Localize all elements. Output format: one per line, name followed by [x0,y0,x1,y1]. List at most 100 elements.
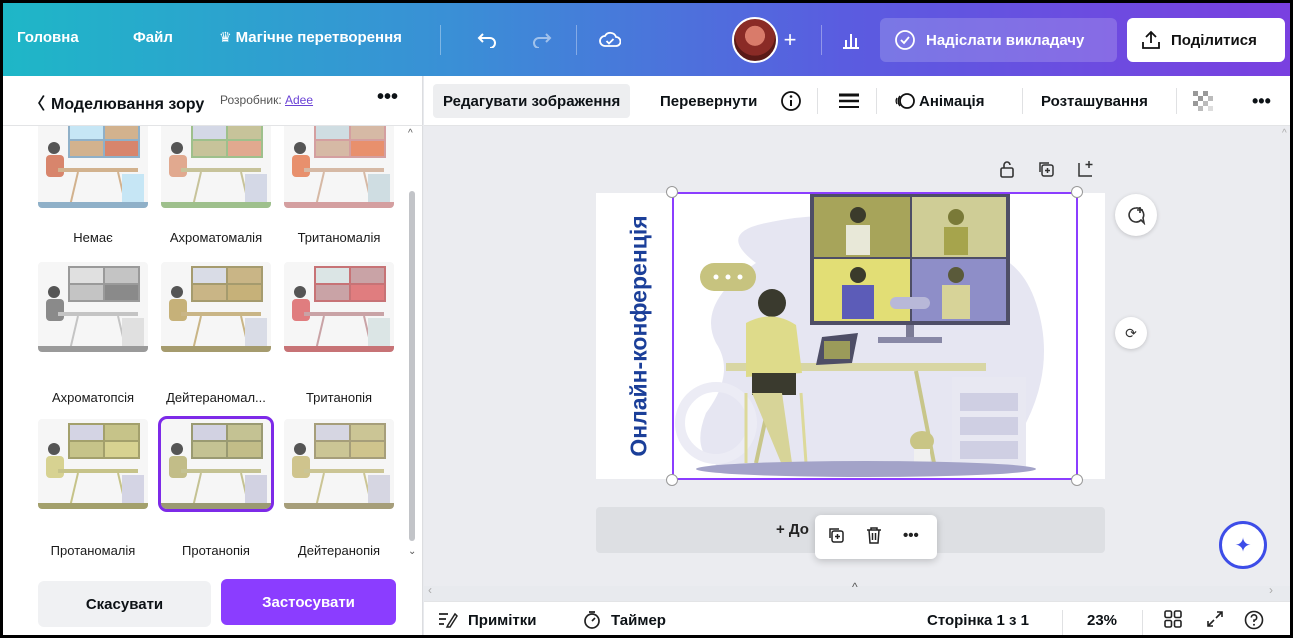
add-page-icon[interactable] [1077,160,1095,183]
help-icon[interactable] [1244,610,1264,635]
cloud-saved-icon[interactable] [593,23,627,57]
file-menu[interactable]: Файл [133,29,173,46]
grid-view-icon[interactable] [1164,610,1182,633]
add-collaborator-icon[interactable]: + [773,23,807,57]
notes-button[interactable]: Примітки [468,612,537,629]
divider [1142,610,1143,635]
fullscreen-icon[interactable] [1206,610,1224,633]
effect-thumbnail[interactable] [38,126,148,208]
share-label: Поділитися [1171,31,1257,49]
timer-icon[interactable] [583,610,601,635]
app-panel: 〈 Моделювання зору Розробник: Adee ••• Не… [3,76,423,635]
context-menu: ••• [815,515,937,559]
canvas-scroll-right-icon[interactable]: › [1269,583,1273,597]
more-options-icon[interactable]: ••• [377,86,398,109]
crown-icon: ♛ [219,29,232,45]
redo-icon[interactable] [525,23,559,57]
canvas-scroll-up-icon[interactable]: ^ [1282,128,1287,139]
effect-label: Тританомалія [297,230,381,245]
effect-label: Немає [73,230,113,245]
upload-icon [1142,30,1160,49]
more-options-icon[interactable]: ••• [903,527,919,544]
thumbnail-image [161,419,271,509]
app-window: Головна Файл ♛ Магічне перетворення + Над… [0,0,1293,638]
expand-pages-icon[interactable]: ^ [852,580,858,594]
copy-icon[interactable] [827,526,845,549]
divider [1062,610,1063,635]
send-to-teacher-label: Надіслати викладачу [926,31,1085,49]
resize-handle-tl[interactable] [666,186,678,198]
top-bar: Головна Файл ♛ Магічне перетворення + Над… [3,3,1290,76]
divider [821,25,822,55]
effect-thumbnail[interactable] [284,419,394,509]
transparency-icon[interactable] [1193,84,1213,118]
add-page-label: + До [776,521,809,538]
effect-thumbnail[interactable] [161,126,271,208]
thumbnail-image [161,262,271,352]
info-icon[interactable] [780,84,802,118]
timer-button[interactable]: Таймер [611,612,666,629]
user-avatar[interactable] [732,17,778,63]
magic-sparkle-icon[interactable]: ✦ [1219,521,1267,569]
undo-icon[interactable] [470,23,504,57]
slide-title[interactable]: Онлайн-конференція [609,193,669,479]
animation-button[interactable]: Анімація [894,84,984,118]
back-button[interactable]: 〈 Моделювання зору [29,90,204,114]
lock-icon[interactable] [999,160,1015,183]
effect-thumbnail[interactable] [161,262,271,352]
chevron-left-icon: 〈 [29,96,46,113]
animation-label: Анімація [919,92,985,110]
magic-switch-menu[interactable]: ♛ Магічне перетворення [219,29,402,46]
resize-handle-tr[interactable] [1071,186,1083,198]
divider [876,88,877,114]
border-style-icon[interactable] [838,84,860,118]
panel-header: 〈 Моделювання зору Розробник: Adee ••• [3,76,423,126]
effect-thumbnail[interactable] [38,262,148,352]
canvas-scroll-left-icon[interactable]: ‹ [428,583,432,597]
position-button[interactable]: Розташування [1041,84,1148,118]
thumbnail-image [161,126,271,208]
scroll-up-icon[interactable]: ^ [408,128,413,139]
apply-button[interactable]: Застосувати [221,579,396,625]
effects-grid: Немає Ахроматомалія Тританомалія Ахроматопс… [3,126,407,586]
more-options-icon[interactable]: ••• [1252,84,1271,118]
panel-title: Моделювання зору [51,96,205,113]
context-toolbar: Редагувати зображення Перевернути Анімац… [424,76,1290,126]
notes-icon[interactable] [438,610,458,633]
scrollbar-thumb[interactable] [409,191,415,541]
developer-credit: Розробник: Adee [220,93,313,107]
page-indicator[interactable]: Сторінка 1 з 1 [927,612,1029,629]
effect-label: Ахроматопсія [51,390,135,405]
send-to-teacher-button[interactable]: Надіслати викладачу [880,18,1117,62]
divider [1176,88,1177,114]
selection-box [672,192,1078,480]
divider [440,25,441,55]
scroll-down-icon[interactable]: ⌄ [408,546,416,557]
rotate-icon[interactable]: ⟳ [1115,317,1147,349]
zoom-level[interactable]: 23% [1087,612,1117,629]
cancel-button[interactable]: Скасувати [38,581,211,627]
insights-chart-icon[interactable] [834,23,868,57]
trash-icon[interactable] [865,526,883,549]
thumbnail-image [284,419,394,509]
home-menu[interactable]: Головна [17,29,79,46]
edit-image-button[interactable]: Редагувати зображення [433,84,631,118]
effect-thumbnail[interactable] [38,419,148,509]
effect-label: Тританопія [305,390,373,405]
duplicate-icon[interactable] [1037,160,1055,183]
effect-label: Протаномалія [50,543,136,558]
check-circle-icon [895,30,915,50]
effect-thumbnail[interactable] [158,416,274,512]
resize-handle-br[interactable] [1071,474,1083,486]
thumbnail-image [38,126,148,208]
effect-label: Дейтеранопія [297,543,381,558]
effect-thumbnail[interactable] [284,126,394,208]
developer-prefix: Розробник: [220,93,282,107]
flip-button[interactable]: Перевернути [660,84,757,118]
resize-handle-bl[interactable] [666,474,678,486]
effect-thumbnail[interactable] [284,262,394,352]
share-button[interactable]: Поділитися [1127,18,1285,62]
developer-link[interactable]: Adee [285,93,313,107]
add-comment-icon[interactable] [1115,194,1157,236]
divider [1022,88,1023,114]
